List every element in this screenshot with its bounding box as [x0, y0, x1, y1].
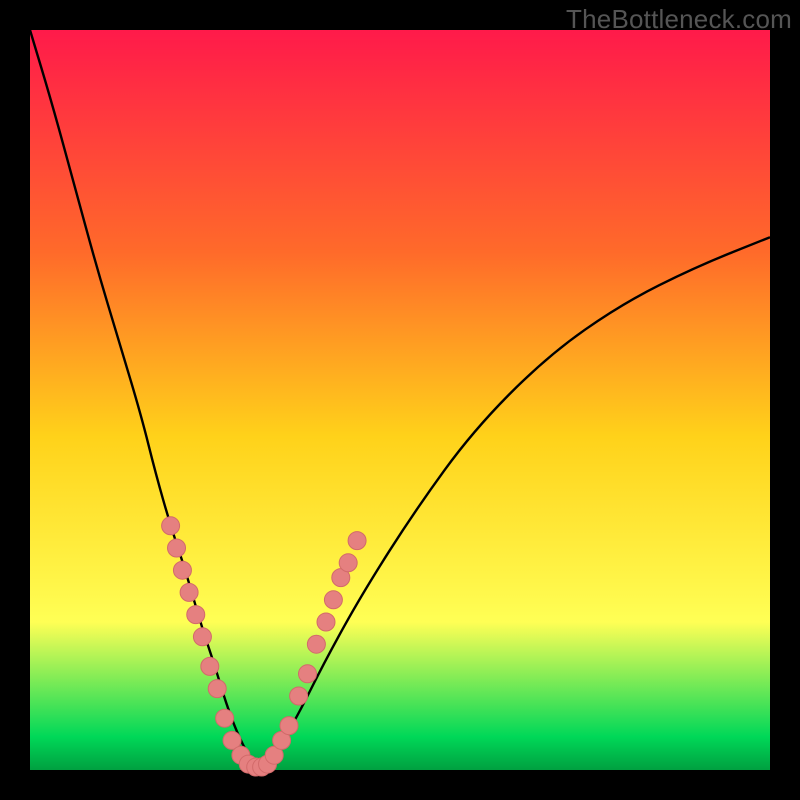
highlight-dot [348, 532, 366, 550]
highlight-dot [201, 657, 219, 675]
highlight-dot [280, 717, 298, 735]
highlight-dot [187, 606, 205, 624]
highlight-dot [180, 583, 198, 601]
highlight-dot [208, 680, 226, 698]
highlight-dot [307, 635, 325, 653]
highlight-dot [290, 687, 308, 705]
highlight-dot [193, 628, 211, 646]
highlight-dot [162, 517, 180, 535]
highlight-dot [317, 613, 335, 631]
chart-stage: TheBottleneck.com [0, 0, 800, 800]
highlight-dot [299, 665, 317, 683]
highlight-dot [324, 591, 342, 609]
watermark-text: TheBottleneck.com [566, 4, 792, 35]
highlight-dot [216, 709, 234, 727]
plot-background [30, 30, 770, 770]
highlight-dot [168, 539, 186, 557]
bottleneck-chart [0, 0, 800, 800]
highlight-dot [173, 561, 191, 579]
highlight-dot [339, 554, 357, 572]
